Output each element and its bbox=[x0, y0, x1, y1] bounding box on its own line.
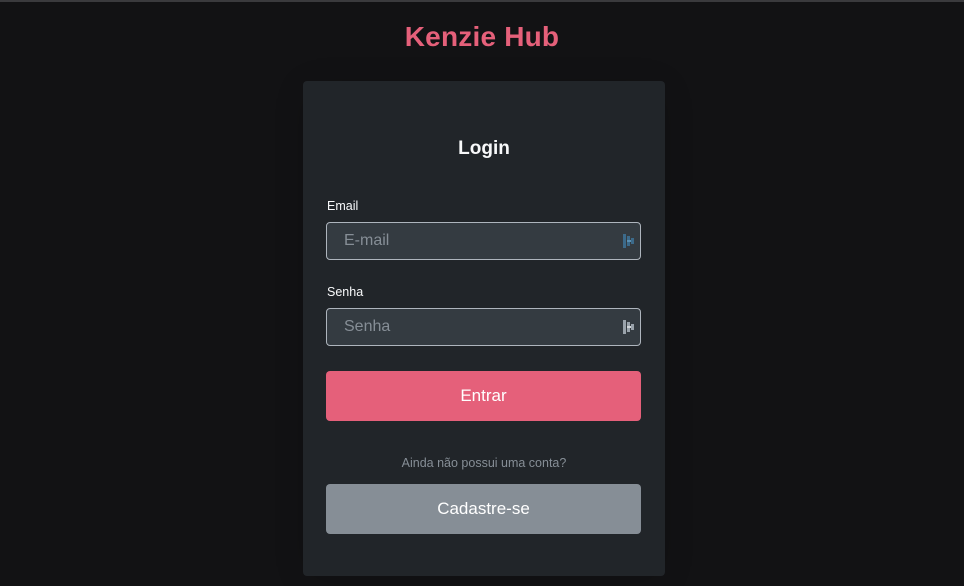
signup-button[interactable]: Cadastre-se bbox=[326, 484, 641, 534]
signup-hint: Ainda não possui uma conta? bbox=[401, 456, 567, 470]
password-label: Senha bbox=[327, 285, 364, 299]
login-card: Login Email Senha Entrar Ainda não possu… bbox=[303, 81, 665, 576]
email-label: Email bbox=[327, 199, 359, 213]
login-button[interactable]: Entrar bbox=[326, 371, 641, 421]
brand-title: Kenzie Hub bbox=[404, 21, 560, 52]
email-input[interactable] bbox=[327, 223, 617, 259]
password-manager-icon[interactable] bbox=[623, 234, 635, 248]
login-title: Login bbox=[458, 138, 510, 159]
password-manager-icon[interactable] bbox=[623, 320, 635, 334]
password-input[interactable] bbox=[327, 309, 617, 345]
password-field-wrapper bbox=[326, 308, 641, 346]
email-field-wrapper bbox=[326, 222, 641, 260]
